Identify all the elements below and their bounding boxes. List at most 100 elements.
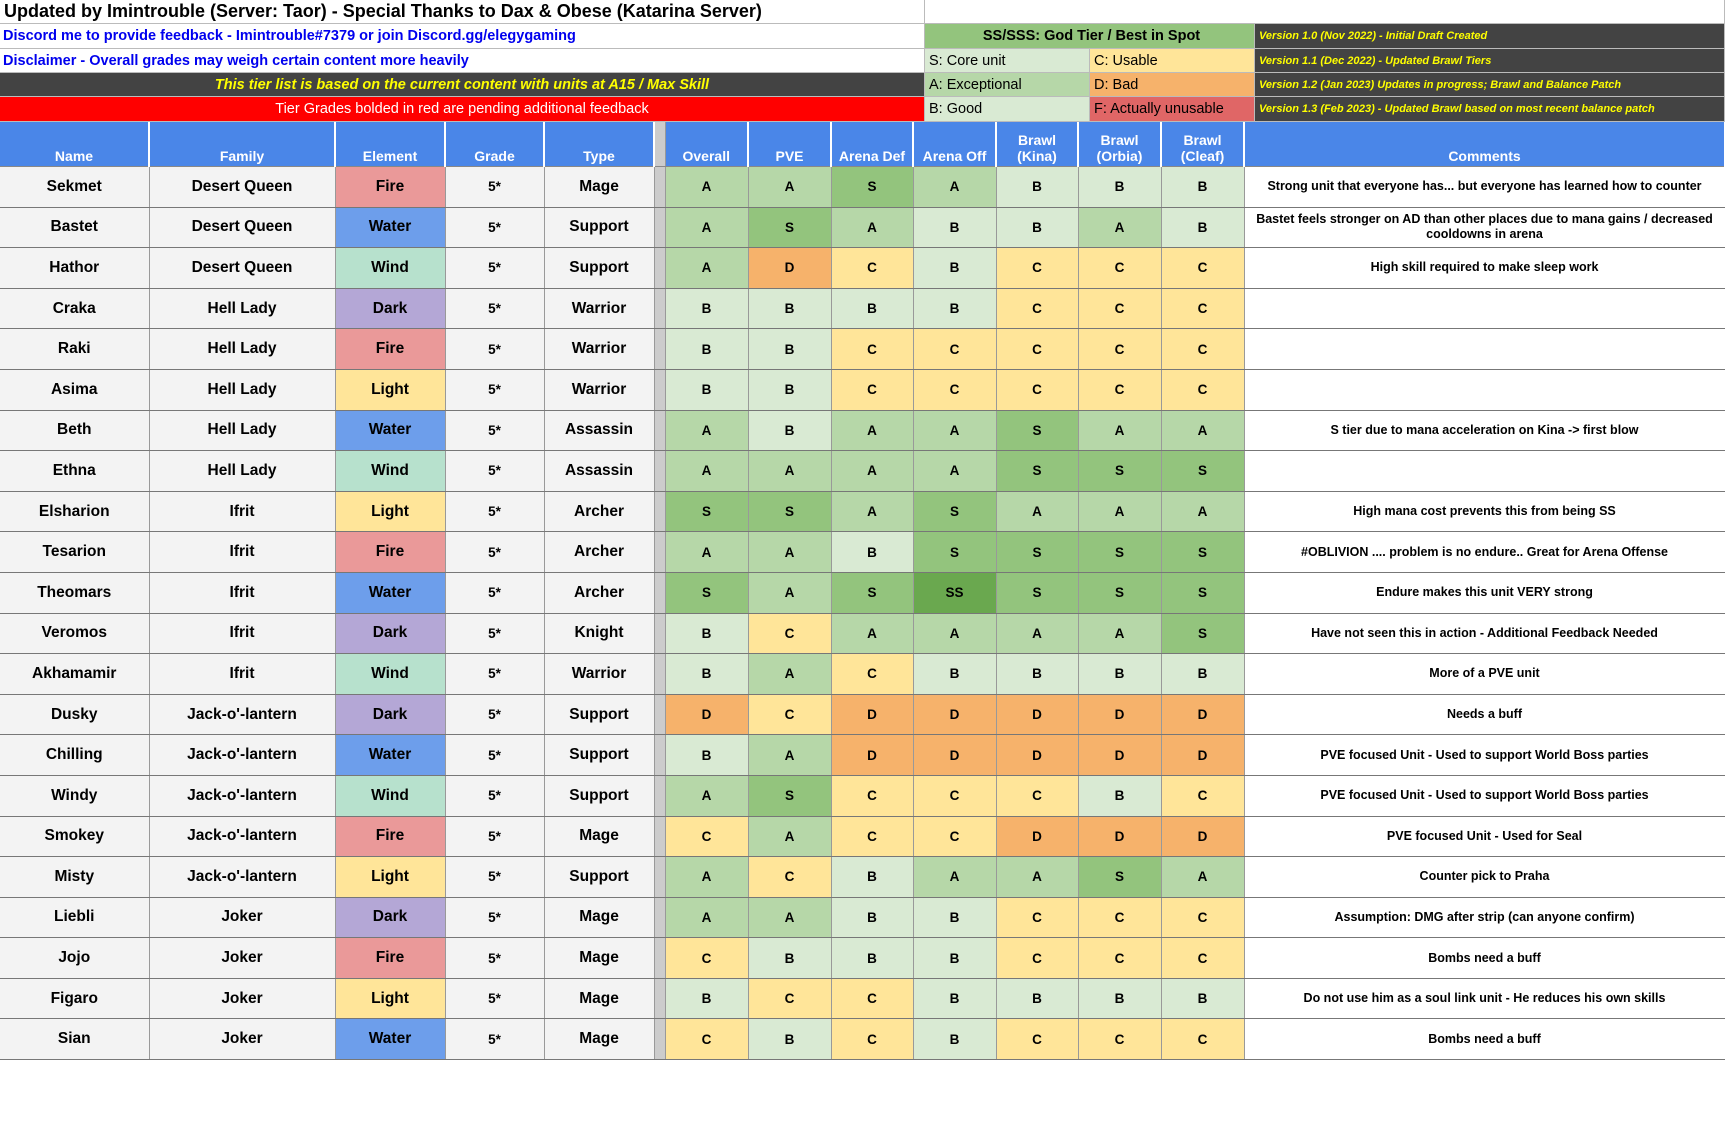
grade-cell[interactable]: 5*: [445, 816, 545, 858]
tier-cell-pve[interactable]: A: [748, 572, 832, 614]
tier-cell-brawl-kina[interactable]: S: [996, 572, 1079, 614]
element-cell[interactable]: Fire: [335, 166, 446, 208]
tier-cell-brawl-orbia[interactable]: D: [1078, 734, 1162, 776]
tier-cell-pve[interactable]: A: [748, 816, 832, 858]
comment-cell[interactable]: S tier due to mana acceleration on Kina …: [1244, 410, 1725, 452]
tier-cell-brawl-orbia[interactable]: D: [1078, 816, 1162, 858]
tier-cell-brawl-orbia[interactable]: A: [1078, 410, 1162, 452]
col-type-header[interactable]: Type: [544, 122, 655, 167]
comment-cell[interactable]: Strong unit that everyone has... but eve…: [1244, 166, 1725, 208]
unit-name-cell[interactable]: Sekmet: [0, 166, 150, 208]
tier-cell-arena-def[interactable]: D: [831, 694, 914, 736]
tier-cell-overall[interactable]: C: [665, 1018, 749, 1061]
tier-cell-arena-off[interactable]: B: [913, 937, 997, 979]
tier-cell-arena-def[interactable]: B: [831, 288, 914, 330]
tier-cell-arena-off[interactable]: B: [913, 247, 997, 289]
tier-cell-overall[interactable]: B: [665, 613, 749, 655]
family-cell[interactable]: Joker: [149, 937, 336, 979]
comment-cell[interactable]: Bastet feels stronger on AD than other p…: [1244, 207, 1725, 249]
tier-cell-pve[interactable]: A: [748, 450, 832, 492]
tier-cell-pve[interactable]: A: [748, 166, 832, 208]
tier-cell-arena-off[interactable]: S: [913, 531, 997, 573]
tier-cell-brawl-kina[interactable]: C: [996, 328, 1079, 370]
type-cell[interactable]: Mage: [544, 897, 655, 939]
grade-cell[interactable]: 5*: [445, 410, 545, 452]
family-cell[interactable]: Ifrit: [149, 491, 336, 533]
comment-cell[interactable]: PVE focused Unit - Used for Seal: [1244, 816, 1725, 858]
tier-cell-brawl-cleaf[interactable]: S: [1161, 572, 1245, 614]
element-cell[interactable]: Light: [335, 491, 446, 533]
family-cell[interactable]: Hell Lady: [149, 369, 336, 411]
tier-cell-arena-off[interactable]: B: [913, 1018, 997, 1061]
element-cell[interactable]: Wind: [335, 653, 446, 695]
grade-cell[interactable]: 5*: [445, 613, 545, 655]
tier-cell-brawl-cleaf[interactable]: C: [1161, 369, 1245, 411]
tier-cell-overall[interactable]: C: [665, 816, 749, 858]
comment-cell[interactable]: Have not seen this in action - Additiona…: [1244, 613, 1725, 655]
grade-cell[interactable]: 5*: [445, 775, 545, 817]
tier-cell-brawl-kina[interactable]: D: [996, 694, 1079, 736]
tier-cell-brawl-cleaf[interactable]: C: [1161, 897, 1245, 939]
tier-cell-arena-off[interactable]: A: [913, 856, 997, 898]
tier-cell-pve[interactable]: B: [748, 288, 832, 330]
tier-cell-brawl-cleaf[interactable]: S: [1161, 531, 1245, 573]
col-family-header[interactable]: Family: [149, 122, 336, 167]
family-cell[interactable]: Jack-o'-lantern: [149, 775, 336, 817]
tier-cell-overall[interactable]: B: [665, 978, 749, 1020]
tier-cell-brawl-kina[interactable]: S: [996, 531, 1079, 573]
unit-name-cell[interactable]: Tesarion: [0, 531, 150, 573]
tier-cell-arena-off[interactable]: C: [913, 816, 997, 858]
tier-cell-overall[interactable]: C: [665, 937, 749, 979]
element-cell[interactable]: Dark: [335, 288, 446, 330]
tier-cell-arena-off[interactable]: S: [913, 491, 997, 533]
unit-name-cell[interactable]: Liebli: [0, 897, 150, 939]
tier-cell-brawl-cleaf[interactable]: C: [1161, 247, 1245, 289]
grade-cell[interactable]: 5*: [445, 694, 545, 736]
tier-cell-brawl-orbia[interactable]: C: [1078, 288, 1162, 330]
tier-cell-pve[interactable]: B: [748, 1018, 832, 1061]
family-cell[interactable]: Hell Lady: [149, 450, 336, 492]
tier-cell-arena-def[interactable]: C: [831, 816, 914, 858]
family-cell[interactable]: Ifrit: [149, 653, 336, 695]
tier-cell-arena-def[interactable]: C: [831, 978, 914, 1020]
unit-name-cell[interactable]: Figaro: [0, 978, 150, 1020]
type-cell[interactable]: Knight: [544, 613, 655, 655]
tier-cell-arena-def[interactable]: B: [831, 856, 914, 898]
type-cell[interactable]: Mage: [544, 978, 655, 1020]
tier-cell-brawl-cleaf[interactable]: A: [1161, 491, 1245, 533]
col-arena-def-header[interactable]: Arena Def: [831, 122, 914, 167]
col-pve-header[interactable]: PVE: [748, 122, 832, 167]
unit-name-cell[interactable]: Akhamamir: [0, 653, 150, 695]
unit-name-cell[interactable]: Windy: [0, 775, 150, 817]
tier-cell-brawl-cleaf[interactable]: B: [1161, 166, 1245, 208]
tier-cell-arena-def[interactable]: D: [831, 734, 914, 776]
tier-cell-pve[interactable]: A: [748, 897, 832, 939]
unit-name-cell[interactable]: Jojo: [0, 937, 150, 979]
comment-cell[interactable]: #OBLIVION .... problem is no endure.. Gr…: [1244, 531, 1725, 573]
grade-cell[interactable]: 5*: [445, 734, 545, 776]
tier-cell-brawl-orbia[interactable]: S: [1078, 531, 1162, 573]
col-comments-header[interactable]: Comments: [1244, 122, 1725, 167]
comment-cell[interactable]: [1244, 328, 1725, 370]
family-cell[interactable]: Ifrit: [149, 613, 336, 655]
col-brawl-kina-header[interactable]: Brawl (Kina): [996, 122, 1079, 167]
tier-cell-arena-off[interactable]: B: [913, 207, 997, 249]
element-cell[interactable]: Water: [335, 1018, 446, 1061]
grade-cell[interactable]: 5*: [445, 531, 545, 573]
tier-cell-pve[interactable]: S: [748, 775, 832, 817]
type-cell[interactable]: Archer: [544, 572, 655, 614]
tier-cell-brawl-kina[interactable]: A: [996, 856, 1079, 898]
tier-cell-brawl-kina[interactable]: B: [996, 978, 1079, 1020]
type-cell[interactable]: Support: [544, 207, 655, 249]
col-brawl-orbia-header[interactable]: Brawl (Orbia): [1078, 122, 1162, 167]
type-cell[interactable]: Assassin: [544, 450, 655, 492]
tier-cell-overall[interactable]: A: [665, 897, 749, 939]
tier-cell-arena-def[interactable]: A: [831, 450, 914, 492]
family-cell[interactable]: Jack-o'-lantern: [149, 694, 336, 736]
type-cell[interactable]: Support: [544, 694, 655, 736]
family-cell[interactable]: Hell Lady: [149, 288, 336, 330]
tier-cell-brawl-cleaf[interactable]: D: [1161, 734, 1245, 776]
tier-cell-pve[interactable]: A: [748, 734, 832, 776]
grade-cell[interactable]: 5*: [445, 653, 545, 695]
tier-cell-brawl-cleaf[interactable]: C: [1161, 775, 1245, 817]
